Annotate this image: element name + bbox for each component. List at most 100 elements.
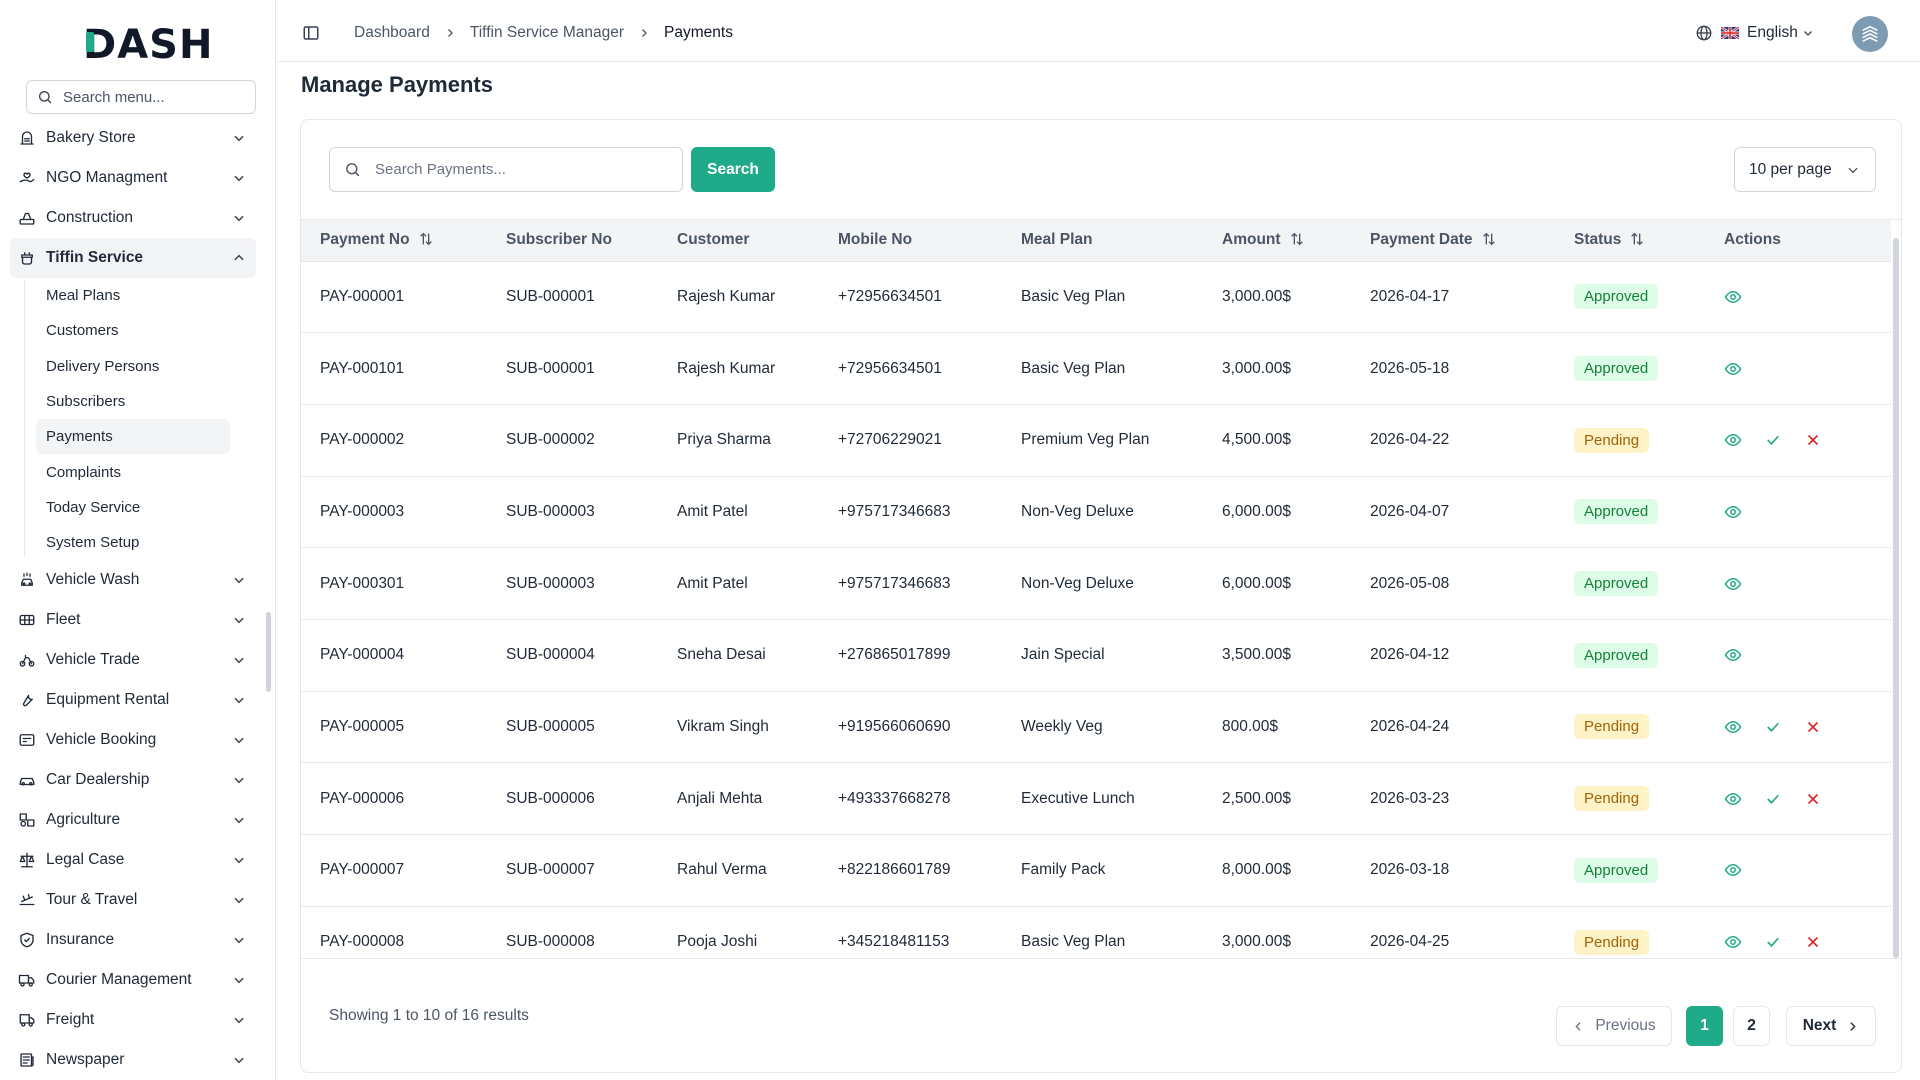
- submenu-item-customers[interactable]: Customers: [36, 313, 230, 348]
- sidebar-item-fleet[interactable]: Fleet: [10, 600, 256, 640]
- cell-date: 2026-04-25: [1370, 933, 1450, 951]
- sidebar-item-legal-case[interactable]: Legal Case: [10, 840, 256, 880]
- chevron-down-icon: [234, 618, 244, 624]
- previous-page-button[interactable]: Previous: [1556, 1006, 1672, 1046]
- sidebar-item-freight[interactable]: Freight: [10, 1000, 256, 1040]
- sidebar-item-label: Car Dealership: [46, 771, 150, 789]
- reject-close-icon[interactable]: [1804, 431, 1822, 449]
- language-selector[interactable]: English: [1695, 24, 1814, 42]
- sidebar-item-construction[interactable]: Construction: [10, 198, 256, 238]
- sidebar-item-vehicle-booking[interactable]: Vehicle Booking: [10, 720, 256, 760]
- cell-status: Approved: [1555, 547, 1705, 620]
- cell-customer: Rajesh Kumar: [658, 332, 819, 405]
- breadcrumb-dashboard[interactable]: Dashboard: [354, 24, 430, 42]
- reject-close-icon[interactable]: [1804, 933, 1822, 951]
- sort-icon[interactable]: [1289, 231, 1305, 247]
- cell-amount: 3,000.00$: [1203, 332, 1351, 405]
- view-eye-icon[interactable]: [1724, 718, 1742, 736]
- column-header-amount[interactable]: Amount: [1203, 220, 1351, 262]
- sidebar-item-insurance[interactable]: Insurance: [10, 920, 256, 960]
- sidebar-item-courier-management[interactable]: Courier Management: [10, 960, 256, 1000]
- approve-check-icon[interactable]: [1764, 718, 1782, 736]
- page-title: Manage Payments: [301, 72, 493, 97]
- approve-check-icon[interactable]: [1764, 933, 1782, 951]
- cell-payment-no: PAY-000101: [301, 332, 487, 405]
- column-header-payment-date[interactable]: Payment Date: [1351, 220, 1555, 262]
- payments-search-input[interactable]: [375, 161, 675, 178]
- user-avatar[interactable]: [1852, 16, 1888, 52]
- cell-status: Pending: [1555, 404, 1705, 477]
- next-page-button[interactable]: Next: [1786, 1006, 1876, 1046]
- approve-check-icon[interactable]: [1764, 431, 1782, 449]
- page-1-button[interactable]: 1: [1686, 1006, 1723, 1046]
- view-eye-icon[interactable]: [1724, 933, 1742, 951]
- sort-icon[interactable]: [1629, 231, 1645, 247]
- sidebar-item-newspaper[interactable]: Newspaper: [10, 1040, 256, 1080]
- submenu-item-meal-plans[interactable]: Meal Plans: [36, 278, 230, 313]
- cell-meal-plan: Jain Special: [1002, 619, 1203, 692]
- cell-status: Approved: [1555, 619, 1705, 692]
- cell-payment-no: PAY-000004: [301, 619, 487, 692]
- row-actions: [1724, 431, 1891, 449]
- per-page-select[interactable]: 10 per page: [1734, 147, 1876, 192]
- submenu-item-today-service[interactable]: Today Service: [36, 490, 230, 525]
- sidebar-scrollbar[interactable]: [266, 612, 271, 692]
- sidebar-item-bakery-store[interactable]: Bakery Store: [10, 118, 256, 158]
- sidebar-item-agriculture[interactable]: Agriculture: [10, 800, 256, 840]
- sidebar-item-equipment-rental[interactable]: Equipment Rental: [10, 680, 256, 720]
- submenu-item-system-setup[interactable]: System Setup: [36, 525, 230, 560]
- dash-logo[interactable]: DASH: [83, 22, 213, 68]
- sidebar-item-car-dealership[interactable]: Car Dealership: [10, 760, 256, 800]
- chevron-up-icon: [234, 254, 244, 261]
- row-actions: [1724, 646, 1891, 664]
- breadcrumb-tiffin-service-manager[interactable]: Tiffin Service Manager: [470, 24, 624, 42]
- cell-status: Approved: [1555, 261, 1705, 334]
- view-eye-icon[interactable]: [1724, 431, 1742, 449]
- view-eye-icon[interactable]: [1724, 646, 1742, 664]
- column-header-status[interactable]: Status: [1555, 220, 1705, 262]
- sidebar-toggle-icon[interactable]: [302, 24, 320, 42]
- view-eye-icon[interactable]: [1724, 861, 1742, 879]
- submenu-item-subscribers[interactable]: Subscribers: [36, 384, 230, 419]
- reject-close-icon[interactable]: [1804, 790, 1822, 808]
- payments-card: Search 10 per page Payment No Subscriber …: [300, 119, 1902, 1073]
- view-eye-icon[interactable]: [1724, 575, 1742, 593]
- cell-payment-no: PAY-000006: [301, 762, 487, 835]
- view-eye-icon[interactable]: [1724, 503, 1742, 521]
- sidebar-item-label: Insurance: [46, 931, 115, 949]
- chevron-down-icon: [234, 978, 244, 984]
- view-eye-icon[interactable]: [1724, 288, 1742, 306]
- view-eye-icon[interactable]: [1724, 790, 1742, 808]
- chevron-right-icon: [638, 27, 650, 39]
- column-header-label: Status: [1574, 231, 1622, 249]
- previous-label: Previous: [1595, 1017, 1656, 1034]
- column-header-payment-no[interactable]: Payment No: [301, 220, 487, 262]
- reject-close-icon[interactable]: [1804, 718, 1822, 736]
- sort-icon[interactable]: [1481, 231, 1497, 247]
- sidebar-item-tour-and-travel[interactable]: Tour & Travel: [10, 880, 256, 920]
- sidebar-item-label: Courier Management: [46, 971, 192, 989]
- sidebar-item-vehicle-trade[interactable]: Vehicle Trade: [10, 640, 256, 680]
- table-scrollbar[interactable]: [1893, 238, 1899, 958]
- chevron-right-icon: [1850, 1021, 1856, 1031]
- search-button[interactable]: Search: [691, 147, 775, 192]
- sidebar-item-ngo-managment[interactable]: NGO Managment: [10, 158, 256, 198]
- column-header-label: Customer: [677, 231, 750, 249]
- sort-icon[interactable]: [418, 231, 434, 247]
- agriculture-icon: [18, 811, 36, 829]
- cell-meal-plan: Basic Veg Plan: [1002, 332, 1203, 405]
- cell-date: 2026-04-22: [1351, 404, 1555, 477]
- submenu-item-complaints[interactable]: Complaints: [36, 454, 230, 489]
- page-2-button[interactable]: 2: [1733, 1006, 1770, 1046]
- sidebar-item-tiffin-service[interactable]: Tiffin Service: [10, 238, 256, 278]
- sidebar-item-vehicle-wash[interactable]: Vehicle Wash: [10, 560, 256, 600]
- cell-customer: Amit Patel: [658, 547, 819, 620]
- sidebar-search-input[interactable]: [63, 88, 243, 106]
- submenu-item-delivery-persons[interactable]: Delivery Persons: [36, 349, 230, 384]
- view-eye-icon[interactable]: [1724, 360, 1742, 378]
- submenu-item-payments[interactable]: Payments: [36, 419, 230, 455]
- cell-payment-no: PAY-000008: [320, 933, 405, 951]
- row-actions: [1724, 503, 1891, 521]
- cell-actions: [1705, 476, 1891, 549]
- approve-check-icon[interactable]: [1764, 790, 1782, 808]
